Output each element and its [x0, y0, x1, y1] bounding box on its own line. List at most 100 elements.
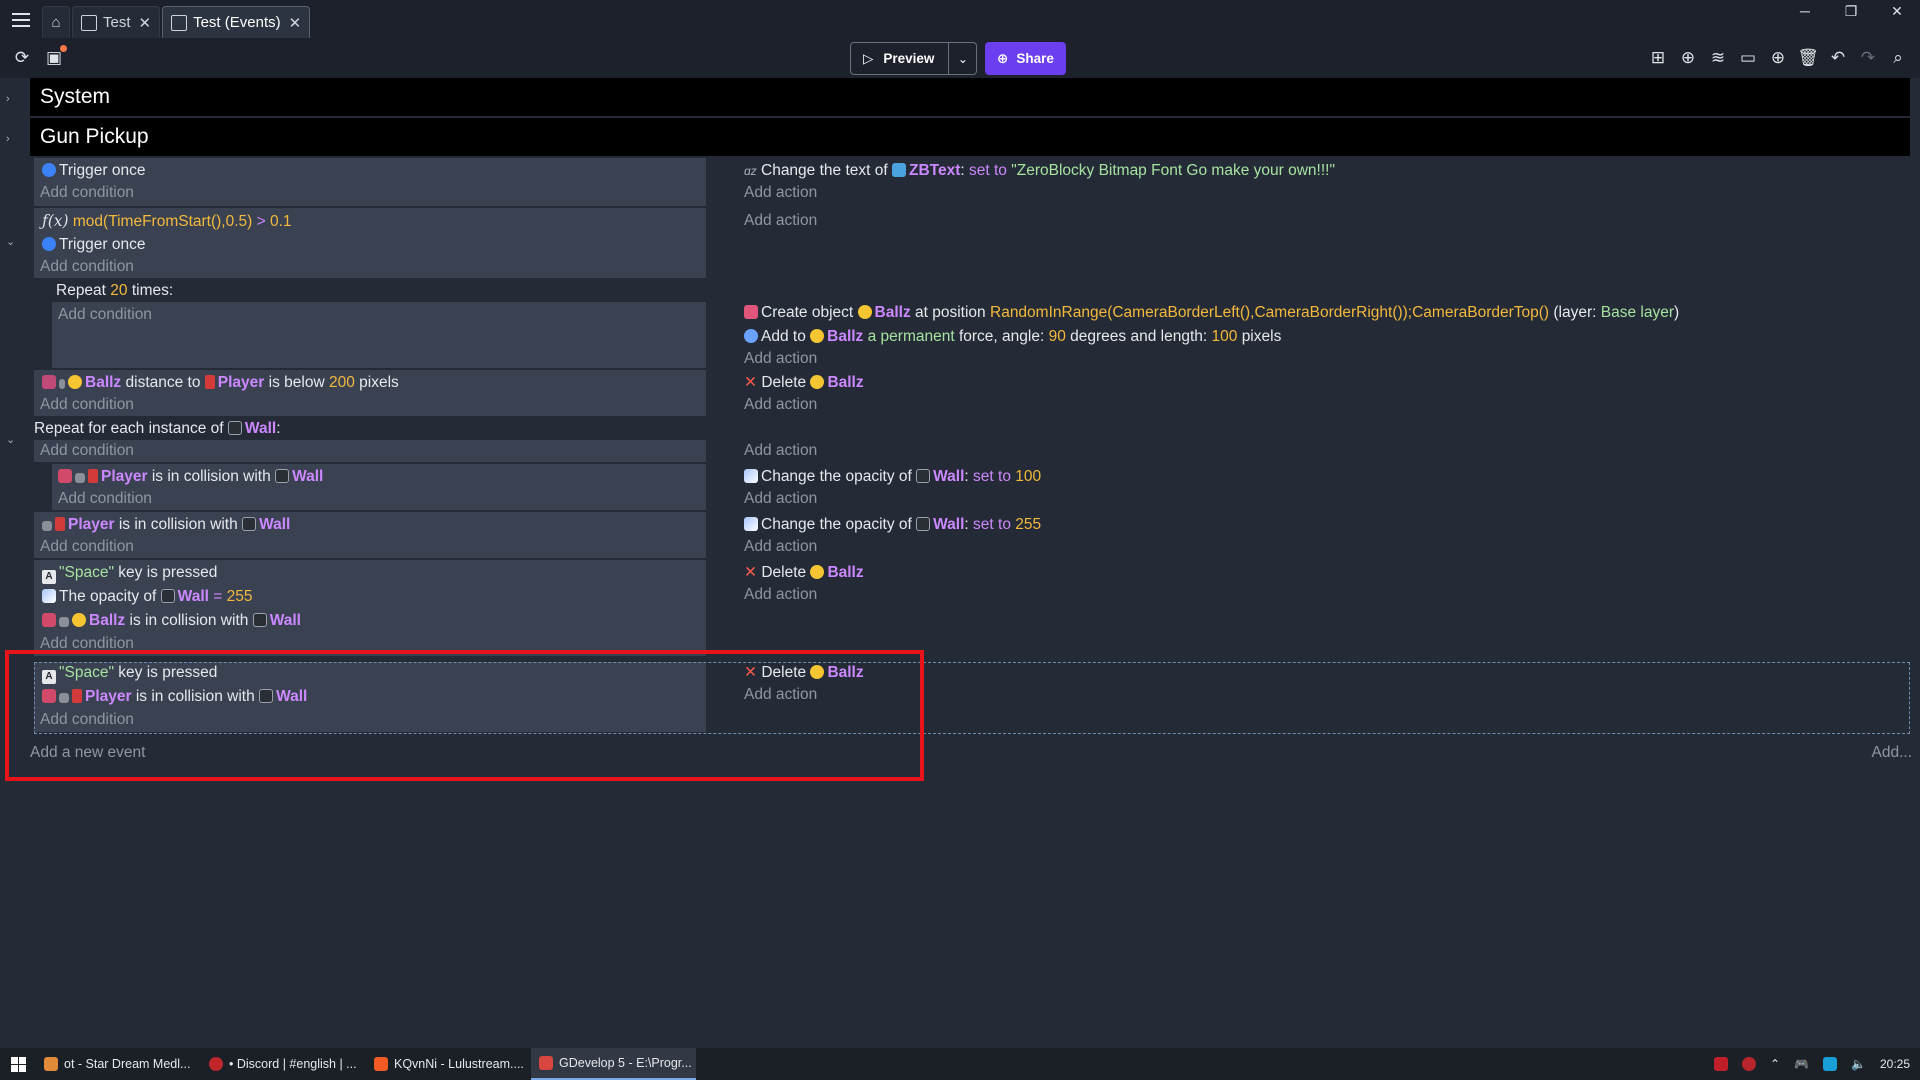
menu-icon[interactable] — [0, 0, 42, 40]
event-row[interactable]: Player is in collision with Wall Add con… — [34, 464, 1910, 510]
operator: set to — [973, 516, 1011, 533]
event-row[interactable]: Ballz distance to Player is below 200 pi… — [34, 370, 1910, 416]
chevron-right-icon[interactable]: › — [6, 133, 10, 145]
action-change-opacity[interactable]: Change the opacity of Wall: set to 100 — [744, 466, 1041, 488]
tab-home[interactable]: ⌂ — [42, 6, 70, 38]
taskbar-label: ot - Star Dream Medl... — [64, 1057, 191, 1071]
preview-button[interactable]: ▷ Preview — [850, 42, 950, 75]
action-delete[interactable]: ✕ Delete Ballz — [744, 372, 864, 394]
action-delete[interactable]: ✕ Delete Ballz — [744, 562, 864, 584]
keyboard-icon: A — [42, 570, 56, 584]
add-more-button[interactable]: Add... — [1872, 744, 1913, 762]
preview-dropdown-button[interactable]: ⌄ — [949, 42, 978, 75]
gamepad-icon[interactable]: 🎮 — [1794, 1057, 1809, 1071]
action-change-text[interactable]: ɑz Change the text of ZBText: set to "Ze… — [744, 160, 1335, 182]
chevron-up-icon[interactable]: ⌃ — [1770, 1057, 1780, 1071]
action-text: Change the text of — [761, 162, 888, 179]
condition-opacity[interactable]: The opacity of Wall = 255 — [42, 586, 253, 608]
add-action[interactable]: Add action — [744, 394, 817, 416]
event-row[interactable]: A "Space" key is pressed The opacity of W… — [34, 560, 1910, 656]
action-change-opacity[interactable]: Change the opacity of Wall: set to 255 — [744, 514, 1041, 536]
search-icon[interactable]: ⌕ — [1888, 48, 1908, 68]
condition-collision[interactable]: Ballz is in collision with Wall — [42, 610, 301, 632]
foreach-event[interactable]: Add condition Add action — [34, 440, 1910, 462]
condition-distance[interactable]: Ballz distance to Player is below 200 pi… — [42, 372, 399, 394]
add-condition[interactable]: Add condition — [40, 256, 134, 278]
condition-expression[interactable]: ƒ(x) mod(TimeFromStart(),0.5) > 0.1 — [42, 210, 292, 232]
undo-icon[interactable]: ↶ — [1828, 48, 1848, 68]
group-gun-pickup[interactable]: Gun Pickup — [30, 118, 1910, 156]
add-condition[interactable]: Add condition — [40, 536, 134, 558]
tray-network-icon[interactable] — [1823, 1057, 1838, 1071]
add-plus-icon[interactable]: ⊕ — [1768, 48, 1788, 68]
tray-browser-icon[interactable] — [1742, 1057, 1756, 1071]
add-new-event-button[interactable]: Add a new event — [30, 744, 145, 762]
add-condition[interactable]: Add condition — [40, 440, 134, 462]
add-condition[interactable]: Add condition — [40, 633, 134, 655]
add-condition[interactable]: Add condition — [58, 488, 152, 510]
add-action[interactable]: Add action — [744, 584, 817, 606]
delete-icon[interactable]: 🗑 — [1797, 48, 1819, 68]
length: 100 — [1211, 328, 1238, 345]
minimize-icon[interactable]: ─ — [1782, 0, 1828, 24]
add-action[interactable]: Add action — [744, 182, 817, 204]
close-icon[interactable]: ✕ — [289, 14, 302, 32]
taskbar-item[interactable]: • Discord | #english | ... — [201, 1048, 366, 1080]
add-event-icon[interactable]: ⊞ — [1648, 48, 1668, 68]
taskbar-item[interactable]: KQvnNi - Lulustream.... — [366, 1048, 531, 1080]
share-button[interactable]: ⊕ Share — [985, 42, 1066, 75]
actions: Add action — [706, 208, 1906, 278]
repeat-count[interactable]: 20 — [110, 282, 127, 299]
save-icon[interactable]: ▣ — [44, 45, 67, 68]
action-create-object[interactable]: Create object Ballz at position RandomIn… — [744, 302, 1679, 324]
taskbar-label: KQvnNi - Lulustream.... — [394, 1057, 524, 1071]
group-system[interactable]: System — [30, 78, 1910, 116]
window-controls: ─ ❐ ✕ — [1782, 0, 1920, 24]
history-icon[interactable]: ⟳ — [12, 48, 32, 68]
add-other-icon[interactable]: ≋ — [1708, 48, 1728, 68]
condition-trigger-once[interactable]: Trigger once — [42, 160, 145, 182]
condition-trigger-once[interactable]: Trigger once — [42, 234, 145, 256]
distance-icon — [42, 375, 56, 389]
taskbar-item-active[interactable]: GDevelop 5 - E:\Progr... — [531, 1048, 696, 1080]
add-condition[interactable]: Add condition — [40, 394, 134, 416]
foreach-header[interactable]: Repeat for each instance of Wall: — [34, 418, 281, 440]
add-comment-icon[interactable]: ▭ — [1738, 48, 1758, 68]
add-action[interactable]: Add action — [744, 488, 817, 510]
tab-test[interactable]: Test ✕ — [72, 6, 161, 38]
player-icon — [55, 517, 65, 531]
object-name: Player — [68, 516, 115, 533]
chevron-down-icon[interactable]: ⌄ — [6, 235, 15, 248]
event-row[interactable]: ƒ(x) mod(TimeFromStart(),0.5) > 0.1 Trig… — [34, 208, 1910, 278]
conditions: Ballz distance to Player is below 200 pi… — [34, 370, 706, 416]
add-action[interactable]: Add action — [744, 440, 817, 462]
chevron-right-icon[interactable]: › — [6, 93, 10, 105]
repeat-event[interactable]: Repeat 20 times: Add condition Create ob… — [34, 278, 1910, 368]
tray-app-icon[interactable] — [1714, 1057, 1728, 1071]
add-action[interactable]: Add action — [744, 210, 817, 232]
condition-key-pressed[interactable]: A "Space" key is pressed — [42, 562, 217, 584]
action-text: Change the opacity of — [761, 468, 912, 485]
clock[interactable]: 20:25 — [1880, 1057, 1910, 1071]
chevron-down-icon[interactable]: ⌄ — [6, 433, 15, 446]
close-window-icon[interactable]: ✕ — [1874, 0, 1920, 24]
add-condition[interactable]: Add condition — [58, 304, 152, 326]
taskbar-item[interactable]: ot - Star Dream Medl... — [36, 1048, 201, 1080]
add-condition[interactable]: Add condition — [40, 182, 134, 204]
collision-icon — [58, 469, 72, 483]
object-name: Wall — [259, 516, 291, 533]
action-add-force[interactable]: Add to Ballz a permanent force, angle: 9… — [744, 326, 1281, 348]
add-subevent-icon[interactable]: ⊕ — [1678, 48, 1698, 68]
condition-collision[interactable]: Player is in collision with Wall — [42, 514, 290, 536]
restore-icon[interactable]: ❐ — [1828, 0, 1874, 24]
tab-test-events[interactable]: Test (Events) ✕ — [162, 6, 311, 38]
add-action[interactable]: Add action — [744, 348, 817, 370]
event-row[interactable]: Trigger once Add condition ɑz Change the… — [34, 158, 1910, 206]
sound-icon[interactable]: 🔈 — [1851, 1057, 1866, 1071]
redo-icon[interactable]: ↷ — [1858, 48, 1878, 68]
windows-start-icon[interactable] — [0, 1048, 36, 1080]
close-icon[interactable]: ✕ — [139, 14, 152, 32]
event-row[interactable]: Player is in collision with Wall Add con… — [34, 512, 1910, 558]
add-action[interactable]: Add action — [744, 536, 817, 558]
condition-collision[interactable]: Player is in collision with Wall — [58, 466, 323, 488]
